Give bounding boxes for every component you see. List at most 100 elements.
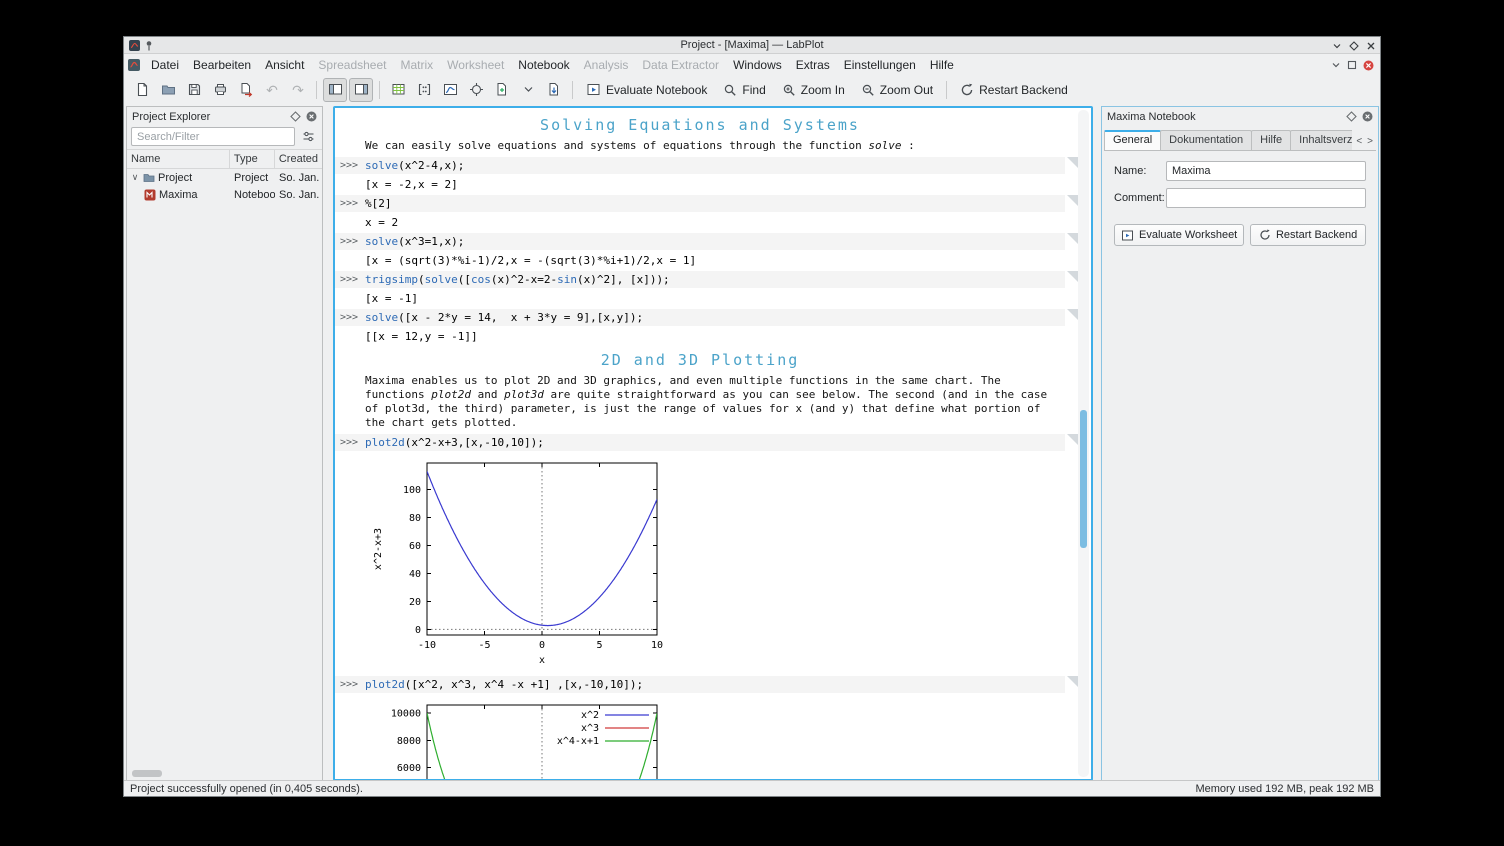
properties-header[interactable]: Maxima Notebook <box>1102 107 1378 126</box>
new-worksheet-button[interactable] <box>438 78 462 102</box>
titlebar[interactable]: Project - [Maxima] — LabPlot <box>124 37 1380 54</box>
command-code[interactable]: plot2d(x^2-x+3,[x,-10,10]); <box>365 436 544 449</box>
new-notebook-button[interactable] <box>490 78 514 102</box>
restart-backend-button[interactable]: Restart Backend <box>1250 224 1366 246</box>
notebook-plot-cell: -10-505100200040006000800010000x^2x^3x^4… <box>341 697 1065 779</box>
svg-text:6000: 6000 <box>397 763 421 774</box>
notebook-command-cell[interactable]: >>> solve(x^3=1,x); <box>335 233 1079 250</box>
menu-spreadsheet: Spreadsheet <box>318 58 387 72</box>
toggle-project-explorer-button[interactable] <box>323 77 347 102</box>
menu-bearbeiten[interactable]: Bearbeiten <box>186 55 258 75</box>
float-panel-icon[interactable] <box>1346 111 1357 122</box>
command-prompt: >>> <box>340 312 359 323</box>
menu-hilfe[interactable]: Hilfe <box>923 55 961 75</box>
toolbar-separator <box>946 80 948 99</box>
maximize-button[interactable] <box>1349 40 1359 51</box>
new-notebook-backend-dropdown[interactable] <box>516 78 540 102</box>
search-input[interactable] <box>131 127 295 146</box>
close-panel-icon[interactable] <box>1362 111 1373 122</box>
import-file-button[interactable] <box>542 78 566 102</box>
evaluate-notebook-button[interactable]: Evaluate Notebook <box>579 78 714 102</box>
toolbar-separator <box>572 80 573 99</box>
new-data-extractor-button[interactable] <box>464 78 488 102</box>
notebook-result-cell: [x = -2,x = 2] <box>365 178 458 191</box>
command-code[interactable]: solve(x^3=1,x); <box>365 235 464 248</box>
tab-general[interactable]: General <box>1104 130 1162 150</box>
notebook-command-cell[interactable]: >>> solve([x - 2*y = 14, x + 3*y = 9],[x,… <box>335 309 1079 326</box>
command-code[interactable]: solve(x^2-4,x); <box>365 159 464 172</box>
close-button[interactable] <box>1366 41 1376 51</box>
new-project-button[interactable] <box>130 78 154 102</box>
command-code[interactable]: solve([x - 2*y = 14, x + 3*y = 9],[x,y])… <box>365 311 643 324</box>
svg-text:80: 80 <box>409 513 421 524</box>
properties-tabbar: General Dokumentation Hilfe Inhaltsverze… <box>1104 129 1376 150</box>
evaluate-worksheet-button[interactable]: Evaluate Worksheet <box>1114 224 1245 246</box>
menu-windows[interactable]: Windows <box>726 55 789 75</box>
tab-scroll-left-icon[interactable]: < <box>1354 136 1364 147</box>
svg-text:x^3: x^3 <box>581 723 599 734</box>
menu-data-extractor: Data Extractor <box>642 58 720 72</box>
tab-dokumentation[interactable]: Dokumentation <box>1160 130 1253 150</box>
open-project-button[interactable] <box>156 78 180 102</box>
pin-icon[interactable] <box>144 40 154 51</box>
expander-icon[interactable]: ∨ <box>130 172 140 183</box>
command-code[interactable]: plot2d([x^2, x^3, x^4 -x +1] ,[x,-10,10]… <box>365 678 643 691</box>
name-input[interactable] <box>1166 161 1366 181</box>
menu-ansicht[interactable]: Ansicht <box>258 55 311 75</box>
menubar: Datei Bearbeiten Ansicht Spreadsheet Matrix W… <box>124 54 1380 76</box>
status-message: Project successfully opened (in 0,405 se… <box>130 782 363 795</box>
mdi-close-icon[interactable] <box>1363 60 1374 71</box>
notebook-command-cell[interactable]: >>> solve(x^2-4,x); <box>335 157 1079 174</box>
menu-notebook[interactable]: Notebook <box>511 55 576 75</box>
svg-text:60: 60 <box>409 541 421 552</box>
notebook-command-cell[interactable]: >>> trigsimp(solve([cos(x)^2-x=2-sin(x)^2… <box>335 271 1079 288</box>
notebook-section-heading: 2D and 3D Plotting <box>600 351 800 369</box>
command-prompt: >>> <box>340 160 359 171</box>
command-prompt: >>> <box>340 679 359 690</box>
menu-extras[interactable]: Extras <box>789 55 837 75</box>
comment-input[interactable] <box>1166 188 1366 208</box>
float-panel-icon[interactable] <box>290 111 301 122</box>
scrollbar-thumb[interactable] <box>1080 410 1087 548</box>
export-button[interactable] <box>234 78 258 102</box>
restart-backend-button[interactable]: Restart Backend <box>953 78 1075 102</box>
tree-row-project[interactable]: ∨ Project Project So. Jan. 2 18: <box>127 169 322 186</box>
toggle-properties-explorer-button[interactable] <box>349 77 373 102</box>
close-panel-icon[interactable] <box>306 111 317 122</box>
mdi-restore-icon[interactable] <box>1347 60 1357 70</box>
new-matrix-button[interactable] <box>412 78 436 102</box>
command-code[interactable]: trigsimp(solve([cos(x)^2-x=2-sin(x)^2], … <box>365 273 670 286</box>
notebook-scrollbar[interactable] <box>1078 110 1089 777</box>
svg-text:40: 40 <box>409 569 421 580</box>
column-header-name[interactable]: Name <box>127 150 230 168</box>
horizontal-scrollbar[interactable] <box>132 770 162 777</box>
command-code[interactable]: %[2] <box>365 197 392 210</box>
tree-row-maxima[interactable]: Maxima Notebook So. Jan. 2 18: <box>127 186 322 203</box>
save-project-button[interactable] <box>182 78 206 102</box>
zoom-out-button[interactable]: Zoom Out <box>854 78 940 102</box>
menu-einstellungen[interactable]: Einstellungen <box>837 55 923 75</box>
print-button[interactable] <box>208 78 232 102</box>
zoom-in-button[interactable]: Zoom In <box>775 78 852 102</box>
filter-options-button[interactable] <box>298 127 318 146</box>
notebook-command-cell[interactable]: >>> plot2d([x^2, x^3, x^4 -x +1] ,[x,-10,… <box>335 676 1079 693</box>
tab-hilfe[interactable]: Hilfe <box>1251 130 1292 150</box>
maxima-notebook-icon <box>144 189 156 201</box>
project-explorer-header[interactable]: Project Explorer <box>127 107 322 126</box>
svg-text:-10: -10 <box>418 640 436 651</box>
tune-icon <box>303 131 313 142</box>
notebook-command-cell[interactable]: >>> plot2d(x^2-x+3,[x,-10,10]); <box>335 434 1079 451</box>
mdi-minimize-icon[interactable] <box>1331 60 1341 70</box>
find-button[interactable]: Find <box>716 78 772 102</box>
tree-column-headers[interactable]: Name Type Created <box>127 149 322 169</box>
menu-datei[interactable]: Datei <box>144 55 186 75</box>
search-icon <box>725 84 737 96</box>
new-spreadsheet-button[interactable] <box>386 78 410 102</box>
tab-inhaltsverzeichnis[interactable]: Inhaltsverzeichn <box>1290 130 1353 150</box>
notebook-viewport[interactable]: Solving Equations and Systems We can easi… <box>335 108 1091 779</box>
column-header-type[interactable]: Type <box>230 150 275 168</box>
tab-scroll-right-icon[interactable]: > <box>1365 136 1375 147</box>
column-header-created[interactable]: Created <box>275 150 322 168</box>
notebook-command-cell[interactable]: >>> %[2] <box>335 195 1079 212</box>
minimize-button[interactable] <box>1332 41 1342 51</box>
